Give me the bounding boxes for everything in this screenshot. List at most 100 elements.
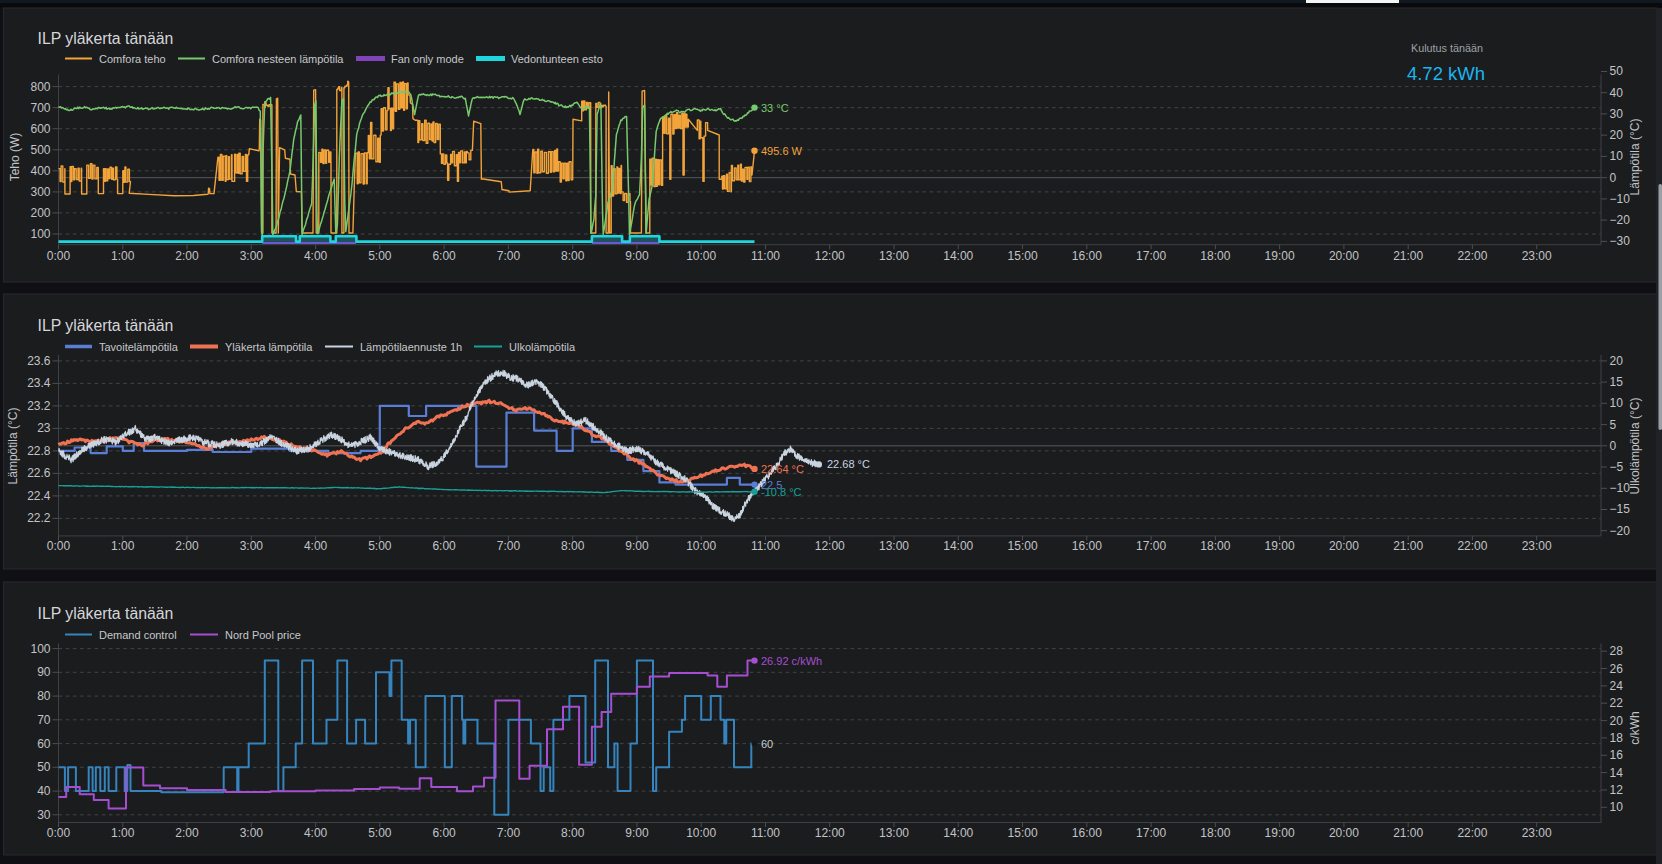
svg-text:12:00: 12:00 bbox=[815, 249, 845, 263]
svg-text:0: 0 bbox=[1610, 439, 1617, 453]
svg-text:5:00: 5:00 bbox=[368, 826, 392, 840]
svg-text:22.4: 22.4 bbox=[27, 489, 51, 503]
svg-text:400: 400 bbox=[30, 164, 50, 178]
svg-text:12:00: 12:00 bbox=[815, 539, 845, 553]
svg-text:20: 20 bbox=[1610, 714, 1624, 728]
svg-text:13:00: 13:00 bbox=[879, 249, 909, 263]
svg-text:7:00: 7:00 bbox=[497, 539, 521, 553]
svg-text:100: 100 bbox=[30, 642, 50, 656]
svg-text:23.4: 23.4 bbox=[27, 376, 51, 390]
svg-text:Lämpötilaennuste 1h: Lämpötilaennuste 1h bbox=[360, 341, 462, 353]
svg-text:Comfora nesteen lämpötila: Comfora nesteen lämpötila bbox=[212, 53, 344, 65]
svg-text:Lämpötila (°C): Lämpötila (°C) bbox=[6, 408, 20, 485]
svg-text:500: 500 bbox=[30, 143, 50, 157]
svg-text:15: 15 bbox=[1610, 375, 1624, 389]
svg-text:21:00: 21:00 bbox=[1393, 539, 1423, 553]
svg-text:495.6 W: 495.6 W bbox=[761, 145, 803, 157]
svg-text:6:00: 6:00 bbox=[432, 826, 456, 840]
svg-text:9:00: 9:00 bbox=[625, 539, 649, 553]
svg-text:-10.8 °C: -10.8 °C bbox=[761, 486, 802, 498]
svg-text:−5: −5 bbox=[1610, 460, 1624, 474]
svg-text:10:00: 10:00 bbox=[686, 249, 716, 263]
svg-text:33 °C: 33 °C bbox=[761, 102, 789, 114]
svg-text:5: 5 bbox=[1610, 418, 1617, 432]
svg-text:8:00: 8:00 bbox=[561, 249, 585, 263]
svg-text:Ulkolämpötila (°C): Ulkolämpötila (°C) bbox=[1628, 398, 1642, 495]
svg-text:28: 28 bbox=[1610, 644, 1624, 658]
svg-text:17:00: 17:00 bbox=[1136, 249, 1166, 263]
svg-text:4:00: 4:00 bbox=[304, 539, 328, 553]
svg-text:700: 700 bbox=[30, 101, 50, 115]
svg-text:23:00: 23:00 bbox=[1522, 249, 1552, 263]
svg-text:6:00: 6:00 bbox=[432, 249, 456, 263]
svg-text:9:00: 9:00 bbox=[625, 826, 649, 840]
svg-text:20:00: 20:00 bbox=[1329, 249, 1359, 263]
svg-text:15:00: 15:00 bbox=[1008, 826, 1038, 840]
svg-text:7:00: 7:00 bbox=[497, 826, 521, 840]
svg-text:17:00: 17:00 bbox=[1136, 826, 1166, 840]
svg-text:−15: −15 bbox=[1610, 502, 1631, 516]
svg-text:Demand control: Demand control bbox=[99, 629, 177, 641]
svg-text:11:00: 11:00 bbox=[751, 826, 780, 840]
svg-text:14:00: 14:00 bbox=[943, 249, 973, 263]
svg-text:18: 18 bbox=[1610, 731, 1624, 745]
svg-text:19:00: 19:00 bbox=[1265, 826, 1295, 840]
svg-text:80: 80 bbox=[37, 689, 51, 703]
svg-text:4:00: 4:00 bbox=[304, 249, 328, 263]
svg-text:Nord Pool price: Nord Pool price bbox=[225, 629, 301, 641]
svg-text:20:00: 20:00 bbox=[1329, 539, 1359, 553]
svg-text:Fan only mode: Fan only mode bbox=[391, 53, 464, 65]
svg-text:22:00: 22:00 bbox=[1457, 826, 1487, 840]
svg-text:1:00: 1:00 bbox=[111, 249, 135, 263]
svg-text:12: 12 bbox=[1610, 783, 1624, 797]
svg-text:60: 60 bbox=[761, 738, 773, 750]
svg-text:18:00: 18:00 bbox=[1200, 539, 1230, 553]
svg-text:8:00: 8:00 bbox=[561, 826, 585, 840]
svg-text:24: 24 bbox=[1610, 679, 1624, 693]
svg-text:100: 100 bbox=[30, 227, 50, 241]
svg-text:23.2: 23.2 bbox=[27, 399, 51, 413]
svg-text:20: 20 bbox=[1610, 128, 1624, 142]
svg-text:26: 26 bbox=[1610, 662, 1624, 676]
svg-text:Vedontunteen esto: Vedontunteen esto bbox=[511, 53, 603, 65]
svg-text:23:00: 23:00 bbox=[1522, 826, 1552, 840]
svg-text:22.2: 22.2 bbox=[27, 511, 51, 525]
svg-text:ILP yläkerta tänään: ILP yläkerta tänään bbox=[38, 317, 174, 334]
svg-text:90: 90 bbox=[37, 665, 51, 679]
svg-text:c/kWh: c/kWh bbox=[1628, 711, 1642, 744]
svg-text:40: 40 bbox=[1610, 86, 1624, 100]
svg-text:14: 14 bbox=[1610, 766, 1624, 780]
svg-text:23:00: 23:00 bbox=[1522, 539, 1552, 553]
svg-text:−20: −20 bbox=[1610, 213, 1631, 227]
svg-text:21:00: 21:00 bbox=[1393, 249, 1423, 263]
svg-text:Tavoitelämpötila: Tavoitelämpötila bbox=[99, 341, 179, 353]
svg-text:15:00: 15:00 bbox=[1008, 249, 1038, 263]
svg-text:2:00: 2:00 bbox=[175, 539, 199, 553]
svg-text:16:00: 16:00 bbox=[1072, 826, 1102, 840]
svg-text:1:00: 1:00 bbox=[111, 826, 135, 840]
svg-text:Lämpötila (°C): Lämpötila (°C) bbox=[1628, 119, 1642, 196]
svg-text:50: 50 bbox=[37, 760, 51, 774]
svg-text:1:00: 1:00 bbox=[111, 539, 135, 553]
svg-text:10:00: 10:00 bbox=[686, 539, 716, 553]
svg-text:Yläkerta lämpötila: Yläkerta lämpötila bbox=[225, 341, 313, 353]
svg-text:30: 30 bbox=[37, 808, 51, 822]
svg-text:11:00: 11:00 bbox=[751, 249, 780, 263]
svg-text:50: 50 bbox=[1610, 64, 1624, 78]
svg-text:70: 70 bbox=[37, 713, 51, 727]
svg-text:0: 0 bbox=[1610, 171, 1617, 185]
svg-text:11:00: 11:00 bbox=[751, 539, 780, 553]
svg-text:22: 22 bbox=[1610, 696, 1624, 710]
svg-text:22.64 °C: 22.64 °C bbox=[761, 463, 804, 475]
svg-text:10: 10 bbox=[1610, 149, 1624, 163]
svg-text:3:00: 3:00 bbox=[240, 826, 264, 840]
svg-text:10: 10 bbox=[1610, 396, 1624, 410]
svg-text:2:00: 2:00 bbox=[175, 826, 199, 840]
svg-text:21:00: 21:00 bbox=[1393, 826, 1423, 840]
svg-text:22.68 °C: 22.68 °C bbox=[827, 458, 870, 470]
svg-text:30: 30 bbox=[1610, 107, 1624, 121]
svg-text:17:00: 17:00 bbox=[1136, 539, 1166, 553]
svg-text:−20: −20 bbox=[1610, 524, 1631, 538]
svg-text:300: 300 bbox=[30, 185, 50, 199]
svg-text:800: 800 bbox=[30, 80, 50, 94]
